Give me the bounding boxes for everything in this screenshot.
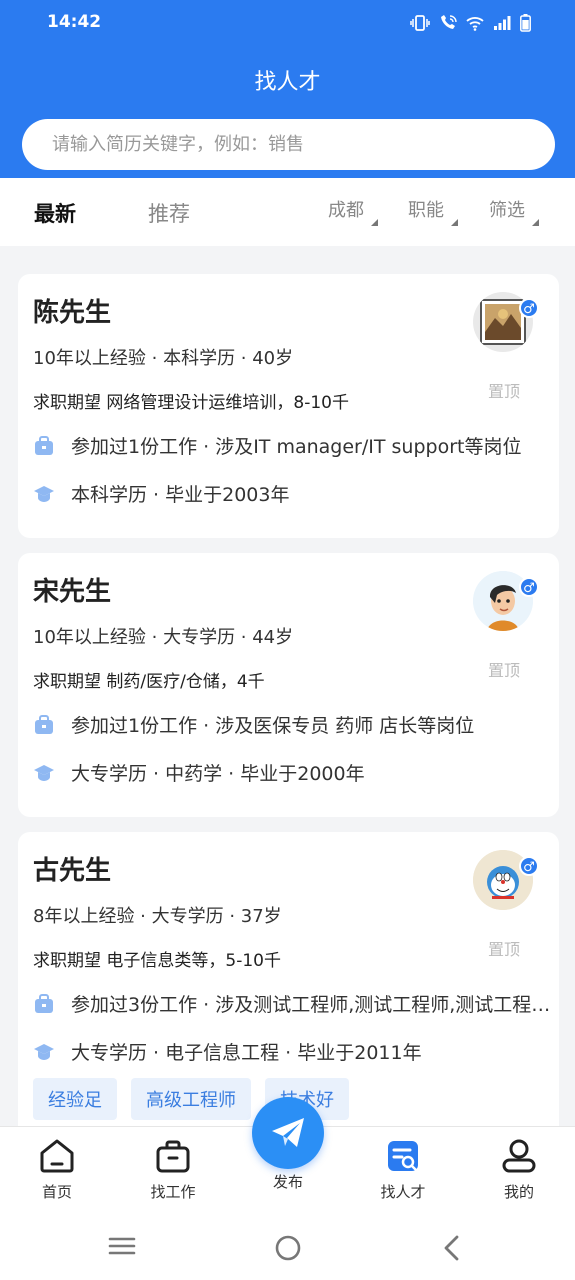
tab-recommend[interactable]: 推荐: [148, 198, 190, 228]
pin-button[interactable]: 置顶: [488, 378, 520, 402]
filter-city[interactable]: 成都: [328, 196, 378, 226]
battery-icon: [520, 14, 531, 32]
dropdown-triangle-icon: [371, 219, 378, 226]
education-row: 本科学历 · 毕业于2003年: [33, 480, 289, 507]
nav-publish-label: 发布: [272, 1173, 303, 1191]
filter-function-label: 职能: [408, 200, 444, 221]
education: 大专学历 · 电子信息工程 · 毕业于2011年: [71, 1042, 422, 1064]
skill-tag: 高级工程师: [131, 1078, 251, 1120]
gender-male-icon: ♂: [519, 298, 539, 318]
candidate-expectation: 求职期望 电子信息类等，5-10千: [33, 951, 281, 971]
graduation-cap-icon: [34, 485, 54, 502]
page-title: 找人才: [254, 70, 321, 95]
nav-home-label: 首页: [41, 1183, 72, 1201]
home-circle-icon[interactable]: [274, 1234, 302, 1262]
work-experience: 参加过1份工作 · 涉及IT manager/IT support等岗位: [71, 436, 522, 458]
gender-male-icon: ♂: [519, 577, 539, 597]
paper-plane-icon: [272, 1118, 304, 1147]
candidate-meta: 8年以上经验 · 大专学历 · 37岁: [33, 906, 282, 927]
education: 本科学历 · 毕业于2003年: [71, 484, 290, 506]
briefcase-icon: [35, 993, 53, 1013]
nav-home[interactable]: 首页: [17, 1137, 97, 1202]
candidate-expectation: 求职期望 制药/医疗/仓储，4千: [33, 672, 265, 692]
education-row: 大专学历 · 电子信息工程 · 毕业于2011年: [33, 1038, 422, 1065]
nav-find-job[interactable]: 找工作: [133, 1137, 213, 1202]
nav-profile-label: 我的: [503, 1183, 534, 1201]
nav-publish[interactable]: 发布: [248, 1171, 328, 1192]
tab-bar: 最新 推荐 成都 职能 筛选: [0, 178, 575, 246]
nav-find-job-label: 找工作: [150, 1183, 196, 1201]
filter-city-label: 成都: [328, 200, 364, 221]
vibrate-icon: [410, 15, 430, 31]
nav-profile[interactable]: 我的: [479, 1137, 559, 1202]
signal-icon: [494, 16, 511, 30]
candidate-meta: 10年以上经验 · 大专学历 · 44岁: [33, 627, 294, 648]
education: 大专学历 · 中药学 · 毕业于2000年: [71, 763, 365, 785]
wifi-icon: [466, 17, 484, 31]
work-experience: 参加过1份工作 · 涉及医保专员 药师 店长等岗位: [71, 715, 475, 737]
gender-male-icon: ♂: [519, 856, 539, 876]
education-row: 大专学历 · 中药学 · 毕业于2000年: [33, 759, 365, 786]
status-time: 14:42: [47, 12, 102, 32]
work-row: 参加过1份工作 · 涉及IT manager/IT support等岗位: [33, 432, 521, 459]
find-talent-icon: [388, 1141, 418, 1172]
nav-find-talent-label: 找人才: [380, 1183, 426, 1201]
briefcase-icon: [156, 1140, 190, 1173]
back-icon[interactable]: [440, 1234, 464, 1262]
candidate-card[interactable]: 陈先生 ♂ 置顶 10年以上经验 · 本科学历 · 40岁 求职期望 网络管理设…: [18, 274, 559, 538]
search-box[interactable]: [22, 119, 555, 170]
nav-find-talent[interactable]: 找人才: [363, 1137, 443, 1202]
tab-latest[interactable]: 最新: [34, 198, 76, 228]
candidate-card[interactable]: 宋先生 ♂ 置顶 10年以上经验 · 大专学历 · 44岁 求职期望 制药/医疗…: [18, 553, 559, 817]
candidate-expectation: 求职期望 网络管理设计运维培训，8-10千: [33, 393, 349, 413]
search-input[interactable]: [22, 119, 555, 170]
candidate-card[interactable]: 古先生 ♂ 置顶 8年以上经验 · 大专学历 · 37岁 求职期望 电子信息类等…: [18, 832, 559, 1142]
briefcase-icon: [35, 714, 53, 734]
candidate-name: 陈先生: [33, 298, 112, 328]
system-nav-bar: [0, 1212, 575, 1280]
menu-icon[interactable]: [108, 1234, 136, 1258]
skill-tag: 经验足: [33, 1078, 117, 1120]
filter-function[interactable]: 职能: [408, 196, 458, 226]
dropdown-triangle-icon: [532, 219, 539, 226]
graduation-cap-icon: [34, 1043, 54, 1060]
candidate-name: 古先生: [33, 856, 112, 886]
candidate-meta: 10年以上经验 · 本科学历 · 40岁: [33, 348, 294, 369]
work-row: 参加过3份工作 · 涉及测试工程师,测试工程师,测试工程师等岗位: [33, 990, 551, 1017]
status-bar: 14:42: [0, 12, 575, 36]
graduation-cap-icon: [34, 764, 54, 781]
app-header: 14:42 找人才: [0, 0, 575, 178]
home-icon: [40, 1139, 74, 1173]
wifi-call-icon: [441, 15, 457, 29]
pin-button[interactable]: 置顶: [488, 657, 520, 681]
work-experience: 参加过3份工作 · 涉及测试工程师,测试工程师,测试工程师等岗位: [71, 994, 551, 1016]
status-icons: [410, 14, 531, 32]
work-row: 参加过1份工作 · 涉及医保专员 药师 店长等岗位: [33, 711, 474, 738]
filter-screen-label: 筛选: [489, 200, 525, 221]
candidate-name: 宋先生: [33, 577, 112, 607]
briefcase-icon: [35, 435, 53, 455]
filter-screen[interactable]: 筛选: [489, 196, 539, 226]
dropdown-triangle-icon: [451, 219, 458, 226]
publish-button[interactable]: [252, 1097, 324, 1169]
profile-icon: [502, 1139, 536, 1173]
pin-button[interactable]: 置顶: [488, 936, 520, 960]
